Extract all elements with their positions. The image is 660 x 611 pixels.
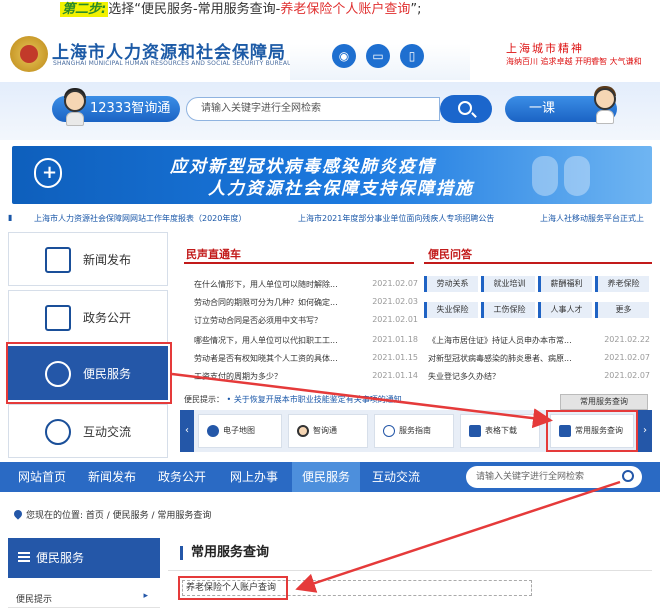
left-nav-news[interactable]: 新闻发布 — [8, 232, 168, 286]
city-spirit-slogan: 海纳百川 追求卓越 开明睿智 大气谦和 — [506, 57, 642, 66]
newspaper-icon — [45, 247, 71, 273]
breadcrumb: 您现在的位置: 首页 / 便民服务 / 常用服务查询 — [12, 508, 211, 521]
news-date: 2021.02.03 — [372, 297, 418, 306]
qa-tag[interactable]: 劳动关系 — [424, 276, 478, 292]
highlight-box-pension — [178, 576, 288, 600]
prev-arrow-icon[interactable]: ‹ — [180, 410, 194, 452]
grid-icon — [469, 424, 481, 437]
news-section-title[interactable]: 民声直通车 — [186, 246, 241, 262]
chat-icon — [45, 419, 71, 445]
nav-online[interactable]: 网上办事 — [222, 462, 286, 492]
search-input[interactable]: 请输入关键字进行全网检索 — [186, 97, 440, 121]
compass-icon — [383, 424, 395, 437]
shield-icon — [34, 158, 62, 188]
news-divider — [184, 262, 414, 264]
title-divider — [168, 570, 652, 571]
qa-date: 2021.02.07 — [604, 371, 650, 380]
quick-item-zhixuntong[interactable]: 智询通 — [288, 414, 368, 448]
nav-interact[interactable]: 互动交流 — [364, 462, 428, 492]
quick-item-map[interactable]: 电子地图 — [198, 414, 282, 448]
qa-section-title[interactable]: 便民问答 — [428, 246, 472, 262]
news-date: 2021.02.07 — [372, 279, 418, 288]
qa-divider — [424, 262, 652, 264]
tv-icon[interactable]: ▭ — [366, 44, 390, 68]
news-date: 2021.01.18 — [372, 335, 418, 344]
ticker-item[interactable]: 上海市人力资源社会保障网网站工作年度报表（2020年度） — [34, 213, 246, 224]
quick-item-guide[interactable]: 服务指南 — [374, 414, 454, 448]
qa-tag[interactable]: 养老保险 — [595, 276, 649, 292]
qa-item[interactable]: 失业登记多久办结？ — [428, 371, 598, 382]
service-tip[interactable]: 便民提示： • 关于恢复开展本市职业技能鉴定有关事项的通知 — [184, 394, 402, 405]
qa-item[interactable]: 《上海市居住证》持证人员申办本市常... — [428, 335, 598, 346]
news-date: 2021.01.15 — [372, 353, 418, 362]
document-icon — [45, 305, 71, 331]
banner-title-2: 人力资源社会保障支持保障措施 — [208, 179, 474, 199]
instruction-highlight: 养老保险个人账户查询 — [280, 2, 411, 17]
instruction-text: 第二步: 选择“便民服务-常用服务查询-养老保险个人账户查询”; — [60, 2, 422, 17]
ticker-item[interactable]: 上海人社移动服务平台正式上 — [540, 213, 644, 224]
city-spirit-title: 上海城市精神 — [506, 42, 584, 55]
lungs-icon — [528, 150, 598, 200]
sidebar-item-tips[interactable]: 便民提示 ▸ — [8, 590, 160, 608]
mascot-icon — [58, 88, 92, 126]
emblem-icon[interactable] — [10, 36, 48, 72]
qa-tag[interactable]: 失业保险 — [424, 302, 478, 318]
qa-item[interactable]: 对新型冠状病毒感染的肺炎患者、病原... — [428, 353, 598, 364]
news-ticker: ▮ 上海市人力资源社会保障网网站工作年度报表（2020年度） 上海市2021年度… — [0, 210, 660, 228]
nav-gov[interactable]: 政务公开 — [150, 462, 214, 492]
ticker-bullet-icon: ▮ — [8, 213, 13, 222]
ticker-item[interactable]: 上海市2021年度部分事业单位面向残疾人专项招聘公告 — [298, 213, 494, 224]
mascot-small-icon — [297, 424, 309, 437]
qa-tag[interactable]: 就业培训 — [481, 276, 535, 292]
location-icon — [12, 508, 24, 520]
search-icon — [458, 101, 472, 115]
nav-news[interactable]: 新闻发布 — [80, 462, 144, 492]
qa-tag[interactable]: 更多 — [595, 302, 649, 318]
qa-tag[interactable]: 薪酬福利 — [538, 276, 592, 292]
nav-search-icon[interactable] — [622, 470, 634, 482]
chevron-right-icon: ▸ — [143, 591, 148, 601]
weibo-icon[interactable]: ◉ — [332, 44, 356, 68]
sidebar-title: 便民服务 — [8, 538, 160, 578]
map-pin-icon — [207, 424, 219, 437]
news-date: 2021.01.14 — [372, 371, 418, 380]
doctor-mascot-icon — [588, 86, 622, 124]
step-label: 第二步: — [60, 2, 109, 17]
nav-home[interactable]: 网站首页 — [10, 462, 74, 492]
quick-item-forms[interactable]: 表格下载 — [460, 414, 540, 448]
search-button[interactable] — [440, 95, 492, 123]
next-arrow-icon[interactable]: › — [638, 410, 652, 452]
news-date: 2021.02.01 — [372, 315, 418, 324]
common-service-tab[interactable]: 常用服务查询 — [560, 394, 648, 410]
highlight-box-service — [6, 342, 172, 404]
mobile-icon[interactable]: ▯ — [400, 44, 424, 68]
left-nav-gov[interactable]: 政务公开 — [8, 290, 168, 344]
qa-date: 2021.02.22 — [604, 335, 650, 344]
arrow-to-pension — [295, 480, 621, 593]
left-nav-interact[interactable]: 互动交流 — [8, 404, 168, 458]
qa-tag[interactable]: 人事人才 — [538, 302, 592, 318]
nav-service[interactable]: 便民服务 — [292, 462, 360, 492]
qa-tag[interactable]: 工伤保险 — [481, 302, 535, 318]
highlight-box-common-query — [546, 410, 638, 452]
menu-icon — [18, 552, 30, 562]
page-title: 常用服务查询 — [180, 546, 269, 560]
qa-date: 2021.02.07 — [604, 353, 650, 362]
site-title-en: SHANGHAI MUNICIPAL HUMAN RESOURCES AND S… — [53, 60, 292, 67]
nav-search-input[interactable]: 请输入关键字进行全网检索 — [466, 466, 642, 488]
